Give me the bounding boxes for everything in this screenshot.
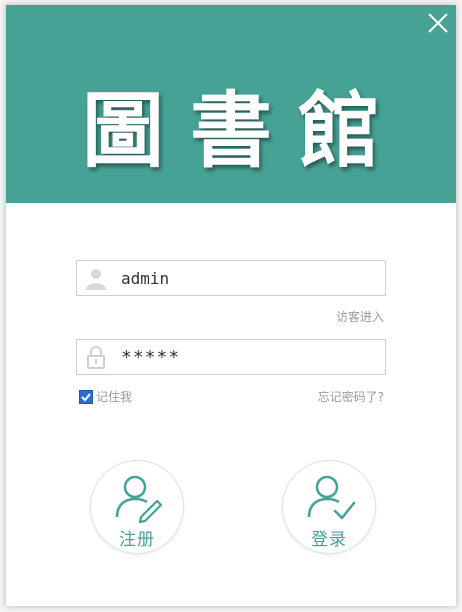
user-icon [86,269,106,290]
guest-entry-link[interactable]: 访客进入 [336,308,384,325]
username-input[interactable] [121,261,376,295]
password-field[interactable] [76,339,386,375]
remember-me-checkbox[interactable]: 记住我 [79,388,132,405]
forgot-password-link[interactable]: 忘记密码了? [318,388,384,405]
user-check-icon [307,475,355,520]
close-icon [428,13,448,33]
login-button[interactable]: 登录 [282,460,376,554]
checkbox-checked-icon [79,389,93,404]
username-field[interactable] [76,260,386,296]
register-label: 注册 [119,530,155,550]
remember-me-label: 记住我 [96,390,133,404]
login-label: 登录 [311,530,347,550]
close-button[interactable] [424,9,452,37]
register-button[interactable]: 注册 [90,460,184,554]
user-edit-icon [115,475,163,523]
login-window: 圖書館 访客进入 记住我 忘记密码了? [6,5,456,606]
password-input[interactable] [121,340,376,374]
app-title: 圖書館 [81,83,406,179]
header-banner: 圖書館 [6,5,456,203]
lock-icon [87,346,105,369]
